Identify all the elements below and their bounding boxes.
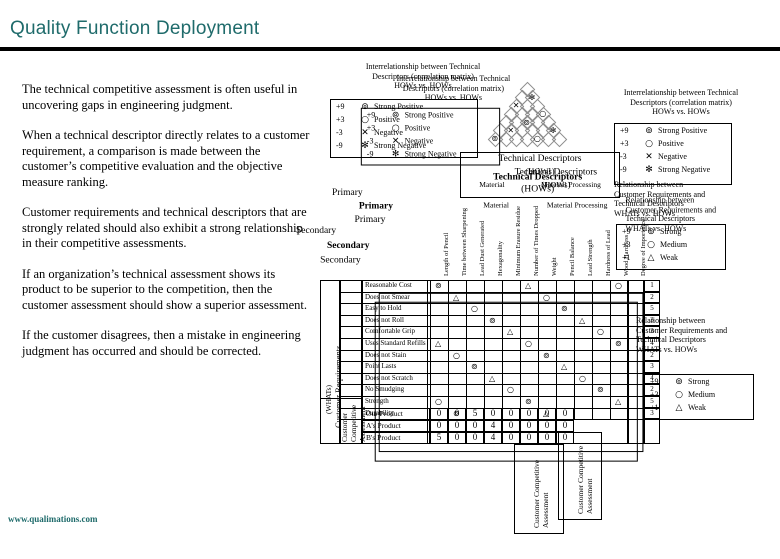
title-divider — [0, 47, 780, 51]
material-label-ghost: Material — [466, 201, 527, 210]
qfd-layer-c: Technical Descriptors (HOWs) Primary Sec… — [314, 71, 780, 559]
primary-label-ghost2: Primary — [354, 215, 385, 226]
body-text-column: The technical competitive assessment is … — [22, 82, 312, 374]
material-processing-label-ghost: Material Processing — [529, 201, 626, 210]
paragraph-3: Customer requirements and technical desc… — [22, 205, 312, 252]
qfd-house-of-quality-diagram: Interrelationship between Technical Desc… — [318, 58, 780, 540]
footer-website-link[interactable]: www.qualimations.com — [8, 514, 98, 524]
technical-descriptors-subtitle-ghost2: (HOWs) — [452, 184, 624, 195]
relationship-matrix-frame-ghost2 — [375, 302, 638, 462]
paragraph-2: When a technical descriptor directly rel… — [22, 128, 312, 190]
paragraph-1: The technical competitive assessment is … — [22, 82, 312, 113]
page-title: Quality Function Deployment — [10, 18, 259, 40]
paragraph-5: If the customer disagrees, then a mistak… — [22, 328, 312, 359]
paragraph-4: If an organization’s technical assessmen… — [22, 267, 312, 314]
technical-descriptors-title-ghost2: Technical Descriptors — [452, 172, 624, 183]
secondary-label-ghost2: Secondary — [320, 255, 361, 266]
